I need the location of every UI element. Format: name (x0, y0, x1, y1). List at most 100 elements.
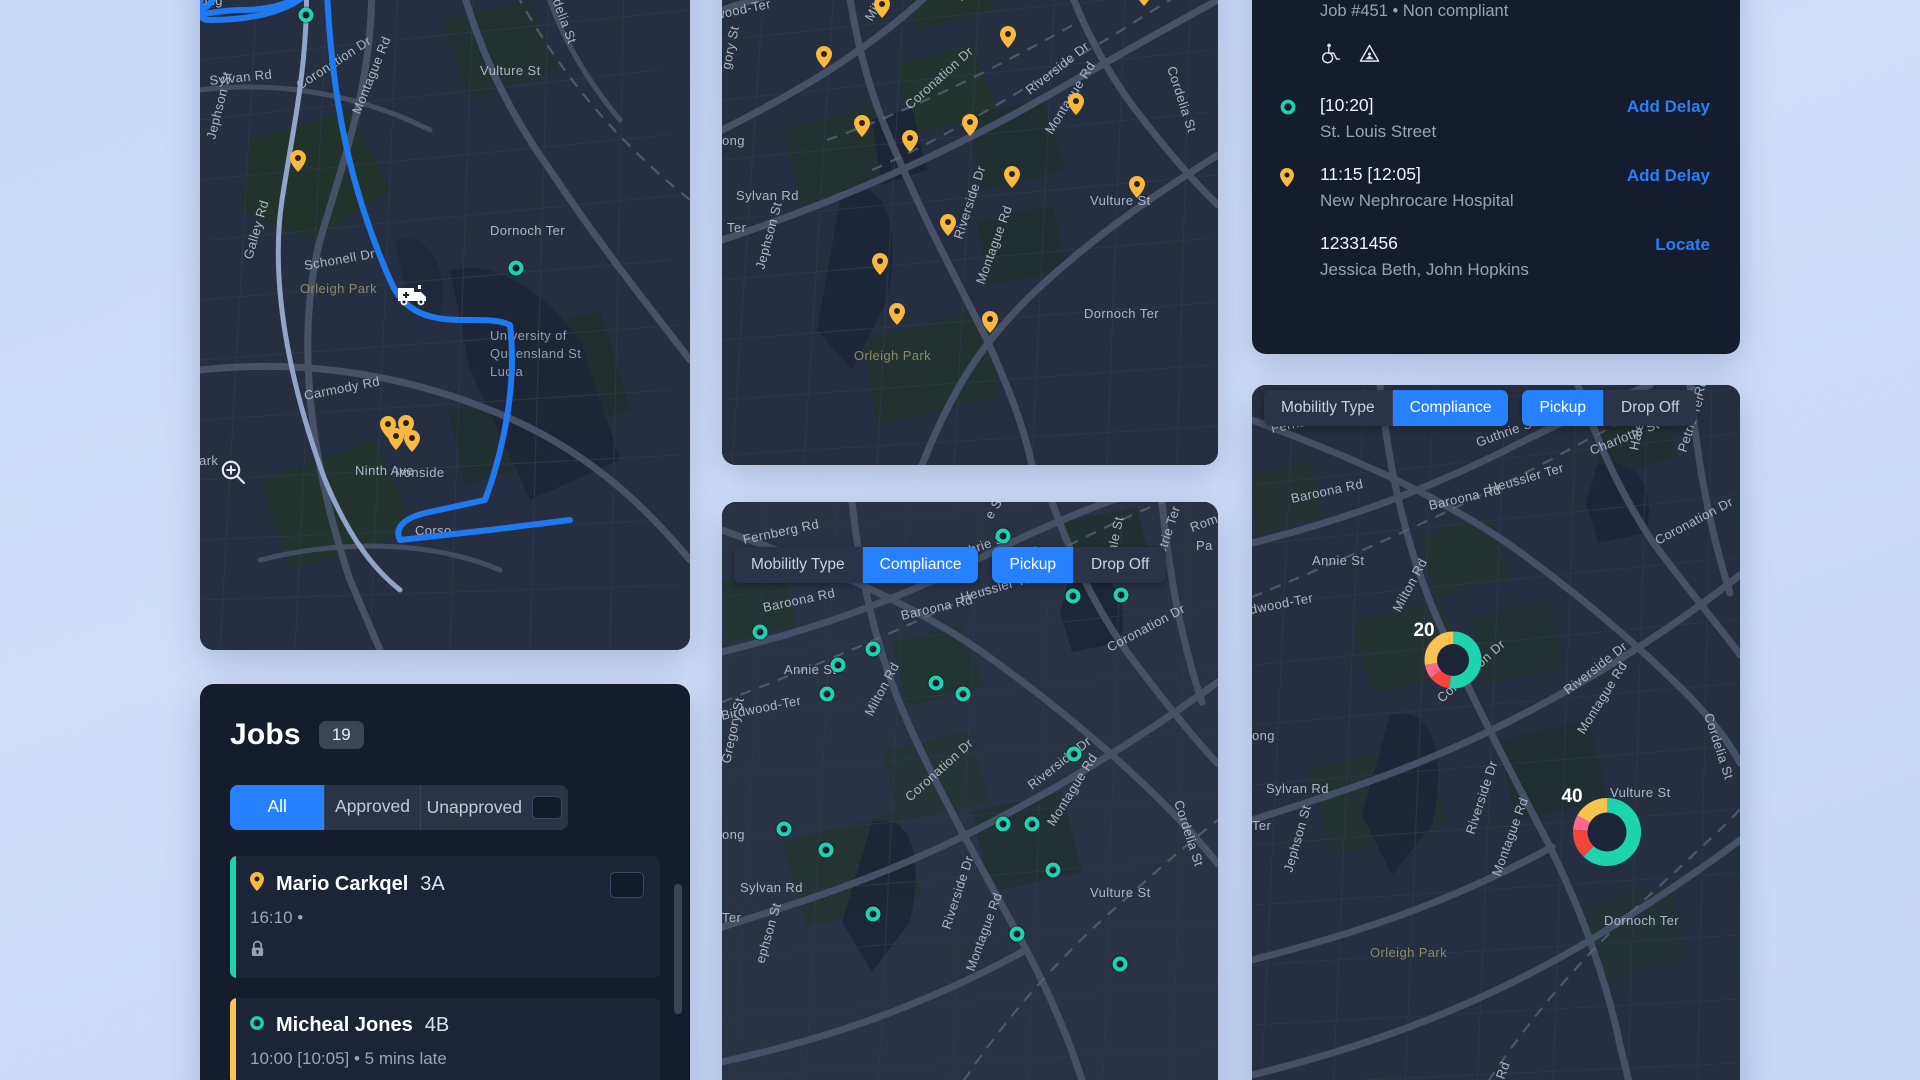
map-dot-marker[interactable] (830, 657, 846, 673)
job-status-stripe (230, 998, 236, 1080)
tab-unapproved[interactable]: Unapproved (420, 785, 568, 830)
map-pin[interactable] (982, 311, 998, 333)
jobs-filter-tabs[interactable]: All Approved Unapproved (230, 785, 568, 830)
svg-text:ong: ong (1252, 728, 1275, 743)
map-pin[interactable] (954, 0, 970, 1)
filter-mobility-type[interactable]: Mobilitly Type (734, 547, 863, 583)
map-pin[interactable] (874, 0, 890, 18)
map-dot-marker[interactable] (995, 816, 1011, 832)
map-pin[interactable] (940, 214, 956, 236)
map-dot-marker[interactable] (818, 842, 834, 858)
jobs-list[interactable]: Mario Carkqel 3A 16:10 • Micheal Jones 4… (230, 856, 660, 1080)
pickup-pins-map[interactable]: Annie St rdwood-Ter Milton Rd gory St Co… (722, 0, 1218, 465)
page-title: Jobs (230, 718, 301, 751)
job-detail-panel[interactable]: Mary Simmons 4A Job #451 • Non compliant (1252, 0, 1740, 354)
map-dot-marker[interactable] (1045, 862, 1061, 878)
unapproved-checkbox[interactable] (532, 796, 563, 819)
jobs-panel[interactable]: Jobs 19 All Approved Unapproved Mario Ca… (200, 684, 690, 1080)
cluster-map-card[interactable]: Fernberg Rd Baroona Rd Baroona Rd Guthri… (1252, 385, 1740, 1080)
stop-time: [10:20] (1320, 95, 1374, 116)
map-pin[interactable] (1136, 0, 1152, 6)
filter-compliance[interactable]: Compliance (862, 547, 979, 583)
job-content: Mario Carkqel 3A 16:10 • (250, 872, 610, 962)
reference-number: 12331456 (1320, 233, 1398, 254)
job-content: Micheal Jones 4B 10:00 [10:05] • 5 mins … (250, 1014, 644, 1069)
filter-group-direction[interactable]: Pickup Drop Off (992, 547, 1167, 583)
map-pin[interactable] (854, 115, 870, 137)
map-pin[interactable] (1000, 26, 1016, 48)
map-dot-marker[interactable] (1009, 926, 1025, 942)
map-dot-marker[interactable] (1065, 588, 1081, 604)
map-dot-marker[interactable] (1112, 956, 1128, 972)
tab-all[interactable]: All (230, 785, 326, 830)
job-title-line: Micheal Jones 4B (250, 1014, 644, 1037)
map-dot-marker[interactable] (1113, 587, 1129, 603)
map-pin[interactable] (962, 114, 978, 136)
map-dot-marker[interactable] (752, 624, 768, 640)
map-dot-marker[interactable] (1024, 816, 1040, 832)
svg-text:Orleigh Park: Orleigh Park (300, 281, 377, 296)
map-dot-marker[interactable] (865, 641, 881, 657)
tab-approved[interactable]: Approved (325, 785, 421, 830)
table-row[interactable]: Mario Carkqel 3A 16:10 • (230, 856, 660, 978)
job-select-checkbox[interactable] (610, 872, 644, 898)
map-dot-marker[interactable] (995, 528, 1011, 544)
compliance-map[interactable]: Fernberg Rd Baroona Rd Baroona Rd Guthri… (722, 502, 1218, 1080)
svg-text:Ter: Ter (727, 220, 747, 235)
svg-text:Dornoch Ter: Dornoch Ter (490, 223, 565, 238)
map-pin[interactable] (1068, 93, 1084, 115)
filter-group-type[interactable]: Mobilitly Type Compliance (1264, 390, 1509, 426)
add-delay-dropoff[interactable]: Add Delay (1627, 164, 1710, 186)
jobs-scrollbar[interactable] (674, 884, 682, 1014)
stop-place: New Nephrocare Hospital (1320, 191, 1514, 211)
stop-marker (1280, 164, 1320, 192)
map-filter-bar[interactable]: Mobilitly Type Compliance Pickup Drop Of… (734, 547, 1167, 583)
map-filter-bar[interactable]: Mobilitly Type Compliance Pickup Drop Of… (1264, 390, 1697, 426)
filter-dropoff[interactable]: Drop Off (1074, 547, 1167, 583)
filter-dropoff[interactable]: Drop Off (1604, 390, 1697, 426)
filter-compliance[interactable]: Compliance (1392, 390, 1509, 426)
list-item[interactable]: 11:15 [12:05] New Nephrocare Hospital Ad… (1280, 164, 1710, 211)
svg-text:Annie St: Annie St (784, 662, 836, 677)
stop-info: [10:20] St. Louis Street (1320, 95, 1627, 142)
stop-place: St. Louis Street (1320, 122, 1437, 142)
map-pin[interactable] (816, 46, 832, 68)
cluster-map[interactable]: Fernberg Rd Baroona Rd Baroona Rd Guthri… (1252, 385, 1740, 1080)
map-pin[interactable] (889, 303, 905, 325)
ambulance-icon[interactable] (396, 283, 428, 306)
compliance-map-vector: Fernberg Rd Baroona Rd Baroona Rd Guthri… (722, 502, 1218, 1080)
route-node-mid[interactable] (298, 7, 314, 23)
route-map[interactable]: Milton Rd Riverside Dr Montague Rd Corde… (200, 0, 690, 650)
map-dot-marker[interactable] (928, 675, 944, 691)
table-row[interactable]: Micheal Jones 4B 10:00 [10:05] • 5 mins … (230, 998, 660, 1080)
zoom-in-icon[interactable] (221, 459, 286, 485)
crew-names: Jessica Beth, John Hopkins (1320, 260, 1529, 280)
list-item[interactable]: [10:20] St. Louis Street Add Delay (1280, 95, 1710, 142)
route-map-card[interactable]: Milton Rd Riverside Dr Montague Rd Corde… (200, 0, 690, 650)
map-dot-marker[interactable] (1066, 746, 1082, 762)
map-zoom-controls[interactable] (220, 459, 286, 485)
map-pin[interactable] (1004, 166, 1020, 188)
map-pin[interactable] (1129, 176, 1145, 198)
filter-group-type[interactable]: Mobilitly Type Compliance (734, 547, 979, 583)
filter-pickup[interactable]: Pickup (992, 547, 1075, 583)
add-delay-pickup[interactable]: Add Delay (1627, 95, 1710, 117)
map-dot-marker[interactable] (776, 821, 792, 837)
filter-pickup[interactable]: Pickup (1522, 390, 1605, 426)
stop-marker (1280, 95, 1320, 120)
route-node-end[interactable] (508, 260, 524, 276)
job-code: 4B (424, 1014, 450, 1036)
list-item[interactable]: 12331456 Jessica Beth, John Hopkins Loca… (1280, 233, 1710, 280)
map-pin[interactable] (902, 130, 918, 152)
locate-button[interactable]: Locate (1655, 233, 1710, 255)
map-pin[interactable] (290, 150, 306, 172)
map-dot-marker[interactable] (955, 686, 971, 702)
map-dot-marker[interactable] (865, 906, 881, 922)
pickup-pins-map-card[interactable]: Annie St rdwood-Ter Milton Rd gory St Co… (722, 0, 1218, 465)
map-pin[interactable] (872, 253, 888, 275)
filter-mobility-type[interactable]: Mobilitly Type (1264, 390, 1393, 426)
map-pin[interactable] (404, 430, 420, 452)
filter-group-direction[interactable]: Pickup Drop Off (1522, 390, 1697, 426)
compliance-map-card[interactable]: Fernberg Rd Baroona Rd Baroona Rd Guthri… (722, 502, 1218, 1080)
map-dot-marker[interactable] (819, 686, 835, 702)
